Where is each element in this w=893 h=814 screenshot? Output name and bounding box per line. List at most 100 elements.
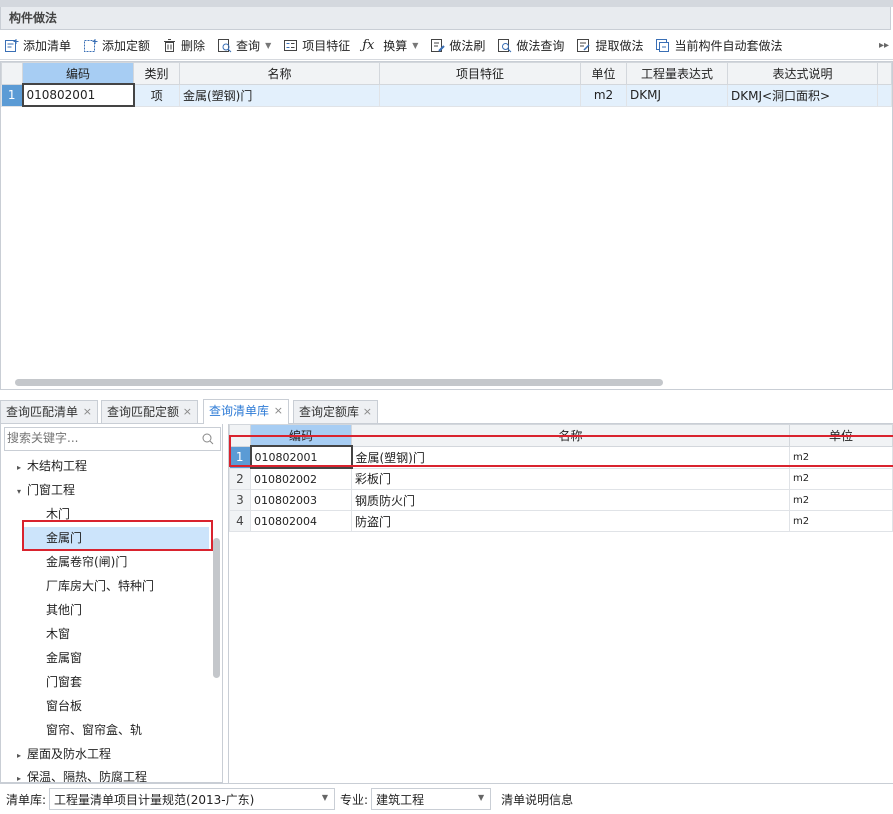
tree-node-wood-window[interactable]: 木窗 [46,623,70,645]
search-icon[interactable] [202,433,214,448]
cell-name[interactable]: 彩板门 [351,467,790,490]
table-row[interactable]: 1 010802001 项 金属(塑钢)门 m2 DKMJ DKMJ<洞口面积> [1,83,892,107]
extract-icon [576,38,591,53]
cell-unit[interactable]: m2 [789,489,893,511]
method-brush-label: 做法刷 [449,38,486,53]
tree-node-other-door[interactable]: 其他门 [46,599,82,621]
auto-apply-label: 当前构件自动套做法 [674,38,783,53]
cell-unit[interactable]: m2 [789,510,893,532]
method-grid: 编码 类别 名称 项目特征 单位 工程量表达式 表达式说明 1 01080200… [0,61,893,390]
category-tree-panel: ▸木结构工程 ▾门窗工程 木门 金属门 金属卷帘(闸)门 厂库房大门、特种门 其… [0,424,223,783]
toolbar-overflow-icon[interactable]: ▸▸ [879,31,889,60]
query-button[interactable]: 查询 ▼ [217,37,271,54]
cell-type[interactable]: 项 [133,83,180,107]
add-quota-icon [83,38,98,53]
cell-name[interactable]: 钢质防火门 [351,489,790,511]
auto-apply-icon [655,38,670,53]
cell-code[interactable]: 010802002 [250,467,352,490]
row-filler [877,83,892,107]
search-input[interactable] [7,428,197,448]
expand-icon[interactable]: ▸ [17,768,27,782]
tree-node-frame-cover[interactable]: 门窗套 [46,671,82,693]
tab-match-list[interactable]: 查询匹配清单 × [0,400,98,423]
tab-label: 查询清单库 [209,404,270,418]
tab-quota-library[interactable]: 查询定额库 × [293,400,378,423]
tree-node-rolling-door[interactable]: 金属卷帘(闸)门 [46,551,127,573]
horizontal-scrollbar[interactable] [15,379,663,386]
col-header-code[interactable]: 编码 [22,62,134,85]
col-header-feature[interactable]: 项目特征 [379,62,581,85]
cell-name[interactable]: 金属(塑钢)门 [179,83,380,107]
library-select[interactable]: 工程量清单项目计量规范(2013-广东) ▼ [49,788,336,810]
table-row[interactable]: 2 010802002 彩板门 m2 [229,467,893,490]
library-value: 工程量清单项目计量规范(2013-广东) [54,792,255,807]
collapse-icon[interactable]: ▾ [17,481,27,503]
delete-button[interactable]: 删除 [162,37,205,54]
query-dropdown-icon[interactable]: ▼ [265,41,271,50]
close-icon[interactable]: × [274,400,283,422]
cell-unit[interactable]: m2 [789,467,893,490]
tree-node-metal-window[interactable]: 金属窗 [46,647,82,669]
method-query-icon [497,38,512,53]
col-header-expr-desc[interactable]: 表达式说明 [727,62,878,85]
tree-node-roof-waterproof[interactable]: ▸ 屋面及防水工程 [17,743,111,765]
tree-node-door-window[interactable]: ▾ 门窗工程 [17,479,75,501]
table-row[interactable]: 4 010802004 防盗门 m2 [229,510,893,532]
specialty-select[interactable]: 建筑工程 ▼ [371,788,492,810]
col-header-unit[interactable]: 单位 [580,62,627,85]
row-number[interactable]: 1 [1,83,23,107]
close-icon[interactable]: × [83,401,92,423]
tab-list-library[interactable]: 查询清单库 × [203,399,289,424]
add-quota-label: 添加定额 [102,38,151,53]
cell-code[interactable]: 010802004 [250,510,352,532]
search-box[interactable] [4,427,221,451]
vertical-scrollbar[interactable] [213,538,220,678]
tree-node-wood-structure[interactable]: ▸ 木结构工程 [17,455,87,477]
tree-label: 木结构工程 [27,459,88,473]
method-query-button[interactable]: 做法查询 [497,37,564,54]
row-number[interactable]: 4 [229,510,251,532]
tree-label: 金属窗 [46,651,83,665]
tree-node-sill[interactable]: 窗台板 [46,695,82,717]
brush-icon [430,38,446,53]
cell-expr[interactable]: DKMJ [626,83,728,107]
chevron-down-icon[interactable]: ▼ [322,793,328,802]
row-number[interactable]: 3 [229,489,251,511]
col-header-name[interactable]: 名称 [179,62,380,85]
tab-match-quota[interactable]: 查询匹配定额 × [101,400,198,423]
specialty-value: 建筑工程 [376,792,425,807]
tree-label: 木窗 [46,627,71,641]
col-header-expr[interactable]: 工程量表达式 [626,62,728,85]
close-icon[interactable]: × [183,401,192,423]
col-header-type[interactable]: 类别 [133,62,180,85]
method-brush-button[interactable]: 做法刷 [430,37,485,54]
tree-label: 金属卷帘(闸)门 [46,555,128,569]
tree-node-special-door[interactable]: 厂库房大门、特种门 [46,575,154,597]
cell-unit[interactable]: m2 [580,83,627,107]
convert-dropdown-icon[interactable]: ▼ [412,41,418,50]
cell-expr-desc[interactable]: DKMJ<洞口面积> [727,83,878,107]
tree-node-curtain[interactable]: 窗帘、窗帘盒、轨 [46,719,142,741]
add-list-button[interactable]: 添加清单 [4,37,71,54]
close-icon[interactable]: × [363,401,372,423]
cell-feature[interactable] [379,83,581,107]
add-quota-button[interactable]: 添加定额 [83,37,150,54]
project-feature-button[interactable]: 项目特征 [283,37,350,54]
tree-node-insulation[interactable]: ▸ 保温、隔热、防腐工程 [17,766,147,782]
chevron-down-icon[interactable]: ▼ [478,793,484,802]
extract-method-label: 提取做法 [595,38,644,53]
table-row[interactable]: 3 010802003 钢质防火门 m2 [229,489,893,511]
row-number[interactable]: 2 [229,467,251,490]
list-info-link[interactable]: 清单说明信息 [501,791,573,808]
highlight-box-row [229,435,893,467]
cell-code[interactable]: 010802001 [21,83,135,107]
auto-apply-button[interactable]: 当前构件自动套做法 [655,37,782,54]
convert-button[interactable]: ƒx 换算 ▼ [362,37,418,54]
toolbar: 添加清单 添加定额 删除 查询 ▼ 项目特征 ƒx 换算 ▼ 做法刷 做法查询 … [0,31,893,60]
cell-code[interactable]: 010802003 [250,489,352,511]
cell-name[interactable]: 防盗门 [351,510,790,532]
expand-icon[interactable]: ▸ [17,457,27,479]
expand-icon[interactable]: ▸ [17,745,27,767]
extract-method-button[interactable]: 提取做法 [576,37,643,54]
tree-label: 窗台板 [46,699,83,713]
